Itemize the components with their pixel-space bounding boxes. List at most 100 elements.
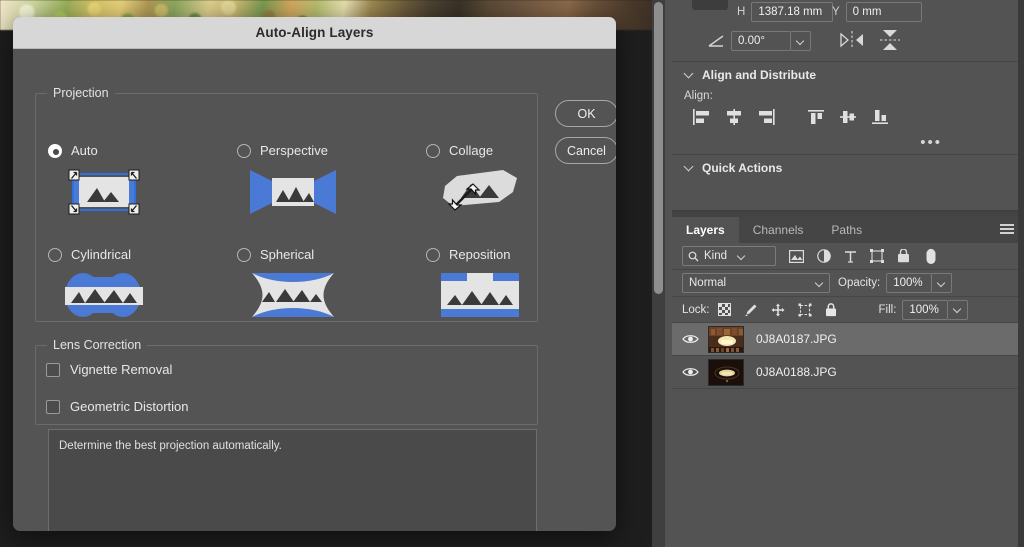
flip-horizontal-button[interactable] [840, 30, 864, 55]
align-left-edges-button[interactable] [686, 104, 718, 130]
height-input[interactable]: 1387.18 mm [751, 2, 833, 22]
layer-visibility-toggle[interactable] [672, 366, 708, 378]
geometric-distortion-checkbox-icon[interactable] [46, 400, 60, 414]
chevron-down-icon[interactable] [684, 70, 694, 80]
tab-paths[interactable]: Paths [817, 217, 876, 243]
align-vertical-centers-button[interactable] [832, 104, 864, 130]
spherical-projection-icon [250, 271, 336, 319]
checkbox-geometric-distortion[interactable]: Geometric Distortion [46, 399, 188, 414]
lock-all-icon[interactable] [825, 303, 837, 317]
projection-group-label: Projection [47, 86, 115, 100]
radio-collage-icon[interactable] [426, 144, 440, 158]
angle-input[interactable]: 0.00° [731, 31, 791, 51]
description-text: Determine the best projection automatica… [59, 438, 526, 454]
align-right-edges-button[interactable] [750, 104, 782, 130]
y-input[interactable]: 0 mm [846, 2, 922, 22]
thumbnail-collage[interactable] [437, 168, 523, 216]
align-top-edges-button[interactable] [800, 104, 832, 130]
shape-layer-filter-icon[interactable] [870, 249, 884, 263]
fill-input[interactable]: 100% [902, 300, 948, 320]
blend-mode-select[interactable]: Normal [682, 273, 830, 293]
kind-chevron-down-icon[interactable] [738, 253, 745, 260]
thumbnail-spherical[interactable] [250, 271, 336, 319]
tab-layers[interactable]: Layers [672, 217, 739, 243]
thumbnail-auto[interactable] [61, 168, 147, 216]
rotate-reset-button[interactable] [692, 0, 728, 10]
thumbnail-perspective[interactable] [250, 168, 336, 216]
align-vertical-centers-icon [838, 109, 858, 125]
radio-option-reposition[interactable]: Reposition [426, 247, 510, 262]
layers-filter-toolbar: Kind [672, 243, 1024, 270]
height-label: H [737, 6, 745, 18]
radio-reposition-label: Reposition [449, 247, 510, 262]
layer-thumbnail[interactable] [708, 326, 744, 353]
dialog-body: Projection Auto Perspective Collage [13, 49, 616, 531]
panel-menu-hamburger-icon[interactable] [1000, 224, 1014, 235]
layer-thumbnail-image [709, 360, 744, 386]
layer-filter-kind-select[interactable]: Kind [682, 246, 776, 266]
radio-perspective-icon[interactable] [237, 144, 251, 158]
lock-artboard-nesting-icon[interactable] [798, 303, 812, 317]
checkbox-vignette-removal[interactable]: Vignette Removal [46, 362, 172, 377]
chevron-down-icon[interactable] [684, 163, 694, 173]
lock-icons [718, 303, 837, 317]
tab-channels[interactable]: Channels [739, 217, 818, 243]
align-more-options-button[interactable]: ••• [920, 138, 942, 148]
layer-name: 0J8A0188.JPG [756, 365, 837, 379]
align-horizontal-centers-icon [724, 109, 744, 125]
y-field-row: Y 0 mm [832, 2, 922, 22]
align-bottom-edges-button[interactable] [864, 104, 896, 130]
align-top-edges-icon [806, 109, 826, 125]
vignette-removal-checkbox-icon[interactable] [46, 363, 60, 377]
lock-transparent-pixels-icon[interactable] [718, 303, 731, 316]
eye-icon [682, 333, 699, 345]
cancel-button-label: Cancel [567, 144, 606, 158]
ok-button[interactable]: OK [555, 100, 616, 127]
layer-filter-icons [789, 247, 937, 265]
pixel-layer-filter-icon[interactable] [789, 250, 804, 263]
radio-auto-icon[interactable] [48, 144, 62, 158]
lock-position-icon[interactable] [771, 303, 785, 317]
align-more-options-row: ••• [672, 132, 1024, 154]
flip-vertical-button[interactable] [878, 28, 902, 57]
radio-option-collage[interactable]: Collage [426, 143, 493, 158]
properties-panel-fragment: H 1387.18 mm Y 0 mm 0.00° [672, 0, 1024, 62]
radio-cylindrical-icon[interactable] [48, 248, 62, 262]
align-and-distribute-header[interactable]: Align and Distribute [672, 62, 1024, 88]
radio-option-perspective[interactable]: Perspective [237, 143, 328, 158]
dialog-title: Auto-Align Layers [256, 25, 374, 40]
thumbnail-reposition[interactable] [437, 271, 523, 319]
layer-visibility-toggle[interactable] [672, 333, 708, 345]
cancel-button[interactable]: Cancel [555, 137, 616, 164]
opacity-chevron-down-icon[interactable] [932, 273, 952, 293]
quick-actions-header[interactable]: Quick Actions [672, 155, 1024, 181]
vignette-removal-label: Vignette Removal [70, 362, 172, 377]
filter-toggle-switch-icon[interactable] [925, 247, 937, 265]
table-row[interactable]: 0J8A0188.JPG [672, 356, 1024, 389]
blend-mode-chevron-down-icon[interactable] [816, 280, 823, 287]
angle-dropdown-chevron-down-icon[interactable] [791, 31, 811, 51]
smart-object-filter-icon[interactable] [897, 249, 910, 263]
fill-chevron-down-icon[interactable] [948, 300, 968, 320]
thumbnail-cylindrical[interactable] [61, 271, 147, 319]
radio-option-spherical[interactable]: Spherical [237, 247, 314, 262]
cylindrical-projection-icon [61, 271, 147, 319]
radio-spherical-icon[interactable] [237, 248, 251, 262]
lock-image-pixels-icon[interactable] [744, 303, 758, 317]
perspective-projection-icon [250, 168, 336, 216]
panel-scrollbar[interactable] [1018, 0, 1024, 547]
opacity-input[interactable]: 100% [886, 273, 932, 293]
quick-actions-section: Quick Actions [672, 155, 1024, 211]
document-scrollbar-thumb[interactable] [654, 2, 663, 294]
radio-option-auto[interactable]: Auto [48, 143, 98, 158]
radio-option-cylindrical[interactable]: Cylindrical [48, 247, 131, 262]
type-layer-filter-icon[interactable] [844, 250, 857, 263]
radio-reposition-icon[interactable] [426, 248, 440, 262]
dialog-titlebar[interactable]: Auto-Align Layers [13, 17, 616, 49]
radio-cylindrical-label: Cylindrical [71, 247, 131, 262]
layer-thumbnail[interactable] [708, 359, 744, 386]
adjustment-layer-filter-icon[interactable] [817, 249, 831, 263]
align-horizontal-centers-button[interactable] [718, 104, 750, 130]
angle-field-row: 0.00° [708, 31, 811, 51]
table-row[interactable]: 0J8A0187.JPG [672, 323, 1024, 356]
